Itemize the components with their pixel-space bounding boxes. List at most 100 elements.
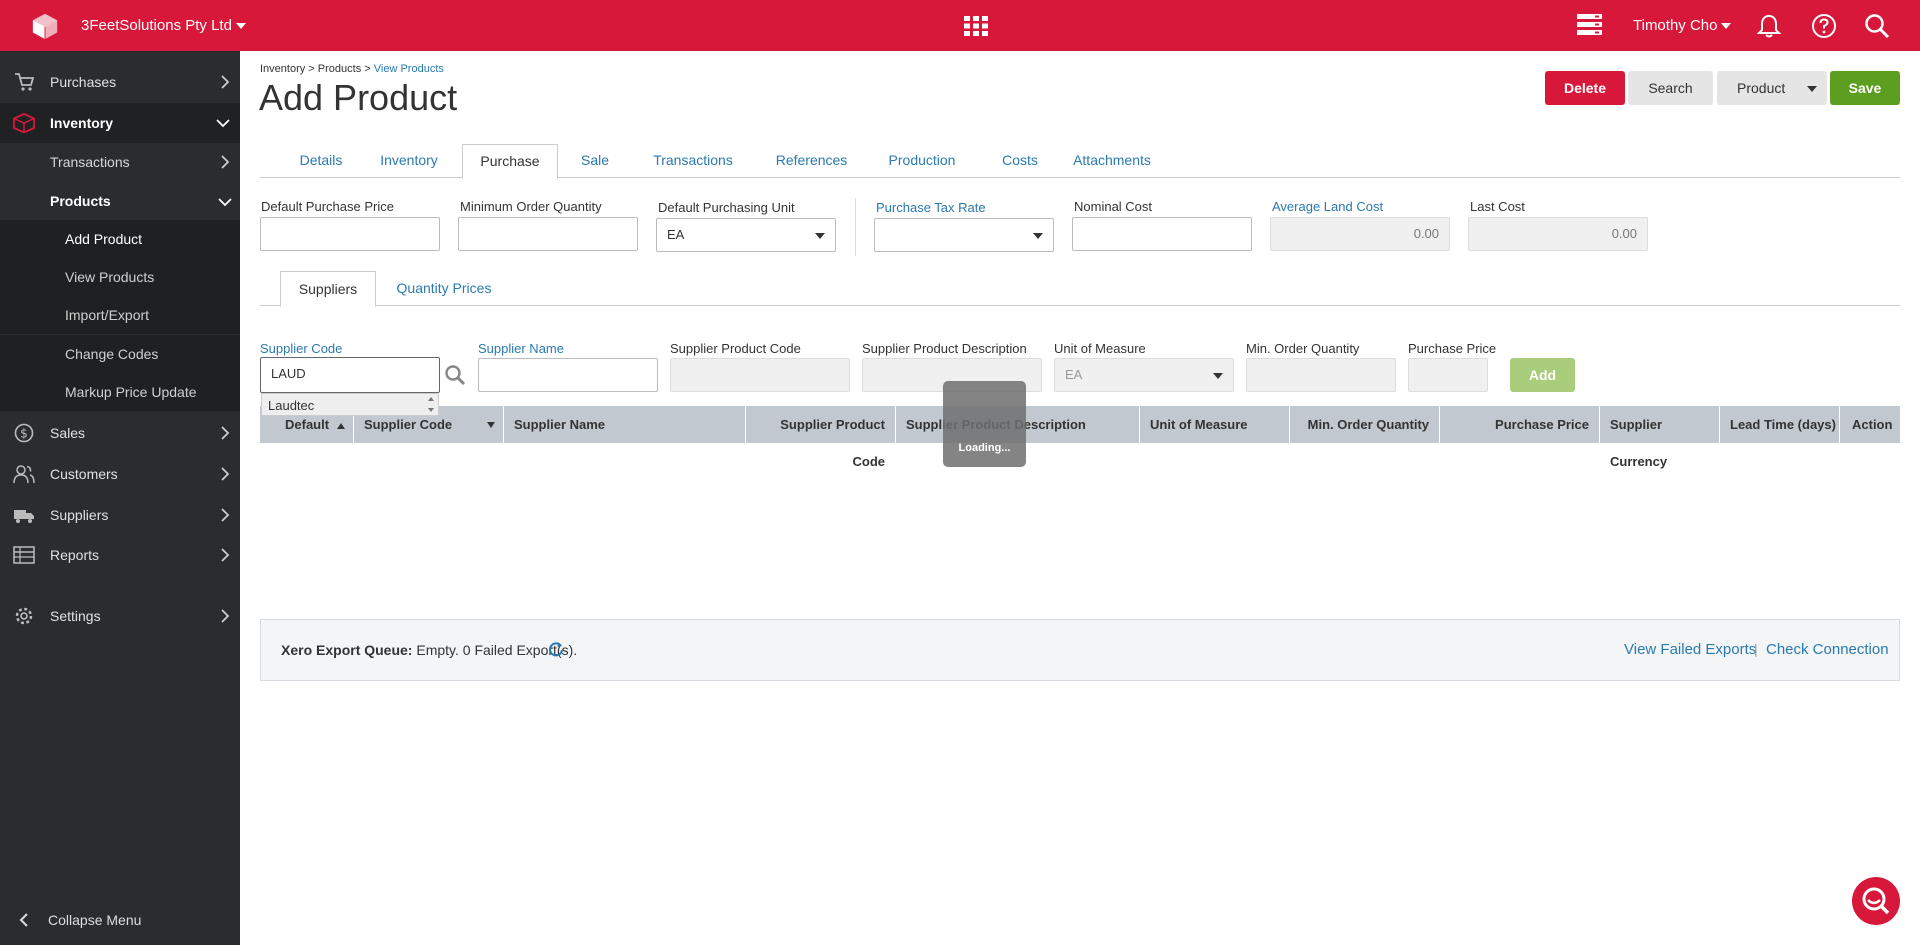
minimum-order-quantity-label: Minimum Order Quantity (460, 199, 602, 214)
tab-purchase[interactable]: Purchase (462, 144, 558, 179)
user-menu[interactable]: Timothy Cho (1633, 17, 1732, 34)
server-stack-icon[interactable] (1577, 14, 1602, 36)
chevron-right-icon (221, 426, 230, 440)
default-purchasing-unit-value: EA (667, 227, 685, 242)
supplier-code-label[interactable]: Supplier Code (260, 341, 342, 356)
help-icon[interactable] (1811, 13, 1837, 39)
purchase-tax-rate-select[interactable] (874, 218, 1054, 252)
column-min-order-quantity[interactable]: Min. Order Quantity (1290, 406, 1440, 443)
company-switcher[interactable]: 3FeetSolutions Pty Ltd (81, 17, 246, 34)
search-icon[interactable] (1864, 13, 1890, 39)
sidebar-item-import-export[interactable]: Import/Export (0, 296, 240, 334)
column-action[interactable]: Action (1840, 406, 1900, 443)
truck-icon (14, 510, 34, 523)
bell-icon[interactable] (1756, 13, 1782, 39)
suppliers-grid-header: Default Supplier Code Supplier Name Supp… (260, 406, 1900, 469)
sidebar-item-label: Add Product (65, 231, 143, 247)
sidebar: Purchases Inventory Transactions Product… (0, 51, 240, 945)
cart-icon (15, 73, 35, 91)
tab-sale[interactable]: Sale (565, 144, 625, 178)
sidebar-item-change-codes[interactable]: Change Codes (0, 335, 240, 373)
page-title: Add Product (259, 77, 458, 118)
product-dropdown-button[interactable]: Product (1717, 71, 1827, 105)
save-button[interactable]: Save (1830, 71, 1900, 105)
supplier-code-input[interactable]: LAUD (260, 357, 440, 393)
breadcrumb-products[interactable]: Products (318, 63, 361, 75)
tab-details[interactable]: Details (280, 144, 362, 178)
nominal-cost-input[interactable] (1072, 217, 1252, 251)
logo-cube-icon[interactable] (30, 12, 60, 40)
chevron-right-icon (221, 548, 230, 562)
default-purchase-price-input[interactable] (260, 217, 440, 251)
breadcrumb-view-products[interactable]: View Products (374, 63, 444, 75)
chevron-down-icon (1807, 86, 1817, 92)
sidebar-item-reports[interactable]: Reports (0, 535, 240, 575)
sidebar-item-label: View Products (65, 269, 155, 285)
refresh-icon[interactable] (548, 641, 564, 657)
customers-icon (13, 465, 35, 484)
xero-status: Xero Export Queue: Empty. 0 Failed Expor… (281, 642, 578, 658)
unit-of-measure-select[interactable]: EA (1054, 358, 1234, 392)
column-supplier-product-code[interactable]: Supplier Product Code (746, 406, 896, 469)
tab-production[interactable]: Production (872, 144, 972, 178)
supplier-product-code-input[interactable] (670, 358, 850, 392)
breadcrumb-inventory[interactable]: Inventory (260, 63, 305, 75)
sidebar-item-view-products[interactable]: View Products (0, 258, 240, 296)
breadcrumb: Inventory > Products > View Products (260, 63, 444, 75)
sidebar-item-add-product[interactable]: Add Product (0, 220, 240, 258)
sidebar-item-label: Inventory (50, 115, 114, 131)
collapse-menu-button[interactable]: Collapse Menu (0, 895, 240, 945)
column-supplier-currency[interactable]: Supplier Currency (1600, 406, 1720, 469)
dollar-icon: $ (14, 423, 34, 443)
default-purchasing-unit-select[interactable]: EA (656, 218, 836, 252)
chevron-down-icon (1033, 233, 1043, 239)
top-bar: 3FeetSolutions Pty Ltd Timothy Cho (0, 0, 1920, 51)
purchase-tax-rate-label[interactable]: Purchase Tax Rate (876, 200, 986, 215)
collapse-menu-label: Collapse Menu (48, 912, 142, 928)
nominal-cost-label: Nominal Cost (1074, 199, 1153, 214)
sidebar-item-transactions[interactable]: Transactions (0, 143, 240, 181)
delete-button[interactable]: Delete (1545, 71, 1625, 105)
supplier-name-input[interactable] (478, 358, 658, 392)
supplier-name-label[interactable]: Supplier Name (478, 341, 564, 356)
column-supplier-name[interactable]: Supplier Name (504, 406, 746, 443)
box-icon (13, 113, 35, 133)
search-icon[interactable] (444, 364, 466, 386)
sidebar-item-settings[interactable]: Settings (0, 596, 240, 636)
purchase-price-input[interactable] (1408, 358, 1488, 392)
sidebar-item-customers[interactable]: Customers (0, 454, 240, 494)
scrollbar[interactable] (426, 395, 436, 414)
tab-references[interactable]: References (760, 144, 863, 178)
supplier-product-code-label: Supplier Product Code (670, 341, 801, 356)
check-connection-link[interactable]: Check Connection (1766, 641, 1889, 658)
search-help-icon (1862, 887, 1890, 915)
subtab-quantity-prices[interactable]: Quantity Prices (384, 271, 504, 306)
search-button[interactable]: Search (1628, 71, 1713, 105)
sidebar-item-inventory[interactable]: Inventory (0, 103, 240, 143)
sidebar-item-products[interactable]: Products (0, 182, 240, 220)
help-chat-button[interactable] (1852, 877, 1900, 925)
sidebar-item-purchases[interactable]: Purchases (0, 62, 240, 102)
column-lead-time[interactable]: Lead Time (days) (1720, 406, 1840, 443)
autocomplete-option[interactable]: Laudtec (268, 398, 314, 413)
tab-attachments[interactable]: Attachments (1062, 144, 1162, 178)
column-unit-of-measure[interactable]: Unit of Measure (1140, 406, 1290, 443)
apps-grid-icon[interactable] (964, 16, 988, 36)
subtab-suppliers[interactable]: Suppliers (280, 271, 376, 307)
supplier-autocomplete-dropdown: Laudtec (261, 393, 439, 416)
view-failed-exports-link[interactable]: View Failed Exports (1624, 641, 1756, 658)
sidebar-item-sales[interactable]: $ Sales (0, 413, 240, 453)
column-purchase-price[interactable]: Purchase Price (1440, 406, 1600, 443)
sidebar-item-label: Import/Export (65, 307, 150, 323)
tab-inventory[interactable]: Inventory (368, 144, 450, 178)
gear-icon (15, 607, 33, 625)
average-land-cost-label[interactable]: Average Land Cost (1272, 199, 1383, 214)
tab-costs[interactable]: Costs (985, 144, 1055, 178)
min-order-quantity-input[interactable] (1246, 358, 1396, 392)
chevron-right-icon (221, 508, 230, 522)
sidebar-item-markup-price-update[interactable]: Markup Price Update (0, 373, 240, 411)
minimum-order-quantity-input[interactable] (458, 217, 638, 251)
add-supplier-button[interactable]: Add (1510, 358, 1575, 392)
sidebar-item-suppliers[interactable]: Suppliers (0, 495, 240, 535)
tab-transactions[interactable]: Transactions (638, 144, 748, 178)
